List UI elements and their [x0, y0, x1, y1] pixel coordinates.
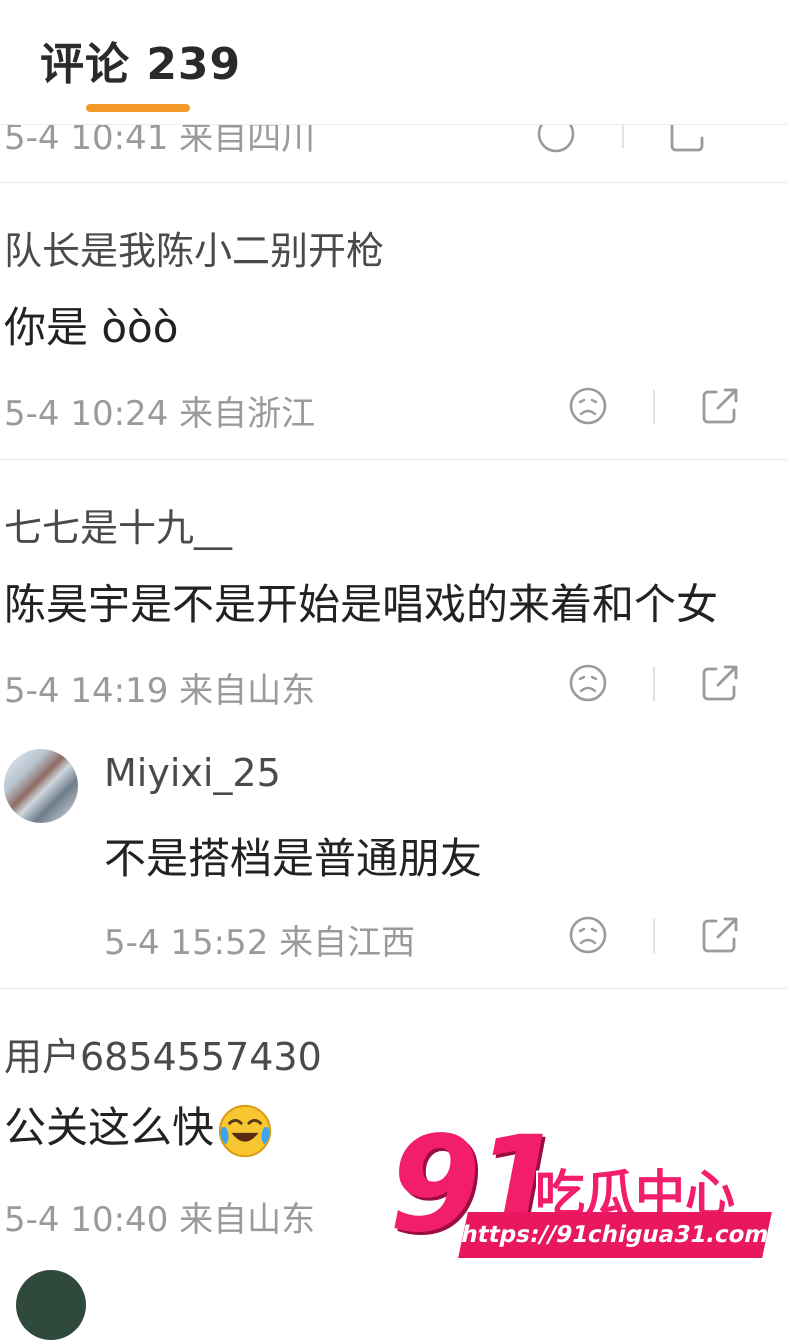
comment-text-row: 公关这么快	[4, 1094, 274, 1160]
divider	[653, 919, 655, 953]
reply-username[interactable]: Miyixi_25	[104, 751, 281, 795]
comment-text: 陈昊宇是不是开始是唱戏的来着和个女	[4, 580, 719, 629]
comment-item: 七七是十九__ 陈昊宇是不是开始是唱戏的来着和个女 5-4 14:19 来自山东…	[0, 459, 787, 989]
comment-text: 公关这么快	[4, 1103, 215, 1152]
watermark-url: https://91chigua31.com	[458, 1212, 772, 1258]
comments-title: 评论 239	[40, 39, 242, 90]
share-icon[interactable]	[700, 386, 740, 426]
reply-meta: 5-4 15:52 来自江西	[104, 923, 416, 963]
avatar[interactable]	[16, 1270, 86, 1340]
sad-face-icon[interactable]	[568, 915, 608, 955]
sad-face-icon[interactable]	[568, 663, 608, 703]
avatar[interactable]	[4, 749, 78, 823]
comment-item: 队长是我陈小二别开枪 你是 òòò 5-4 10:24 来自浙江	[0, 182, 787, 460]
comments-header: 评论 239	[0, 0, 787, 125]
comment-text: 你是 òòò	[4, 303, 179, 352]
comment-meta: 5-4 10:24 来自浙江	[4, 394, 316, 434]
watermark-logo: 91 吃瓜中心 https://91chigua31.com	[387, 1108, 787, 1280]
divider	[653, 390, 655, 424]
divider	[653, 667, 655, 701]
active-tab-indicator	[86, 104, 190, 112]
laugh-cry-emoji	[218, 1104, 272, 1157]
sad-face-icon[interactable]	[568, 386, 608, 426]
comment-username[interactable]: 队长是我陈小二别开枪	[4, 220, 384, 275]
reply-text: 不是搭档是普通朋友	[104, 834, 483, 883]
comment-username[interactable]: 七七是十九__	[4, 497, 232, 552]
comment-meta: 5-4 14:19 来自山东	[4, 671, 316, 711]
comment-meta: 5-4 10:40 来自山东	[4, 1200, 316, 1240]
comment-username[interactable]: 用户6854557430	[4, 1026, 322, 1081]
share-icon[interactable]	[700, 663, 740, 703]
share-icon[interactable]	[700, 915, 740, 955]
